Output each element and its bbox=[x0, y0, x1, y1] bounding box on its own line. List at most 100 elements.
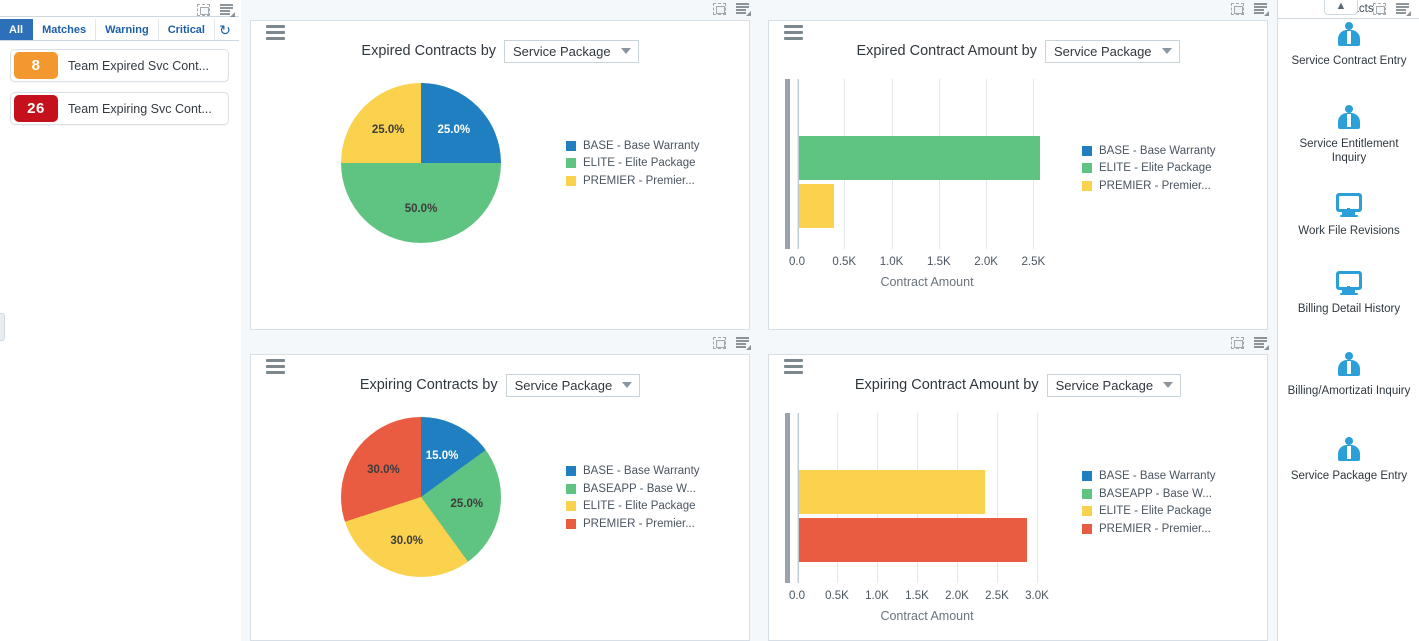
rail-collapse-button[interactable]: ▲ bbox=[1324, 0, 1358, 15]
rail-item-6[interactable]: Service Package Entry bbox=[1278, 437, 1419, 483]
legend-swatch bbox=[566, 501, 576, 512]
value-axis-line bbox=[798, 413, 799, 583]
alert-count-badge: 26 bbox=[14, 95, 58, 122]
bar[interactable] bbox=[799, 136, 1041, 180]
legend-item[interactable]: PREMIER - Premier... bbox=[1082, 521, 1216, 538]
legend-item[interactable]: BASE - Base Warranty bbox=[566, 138, 700, 155]
legend-item[interactable]: BASE - Base Warranty bbox=[1082, 468, 1216, 485]
legend-item[interactable]: PREMIER - Premier... bbox=[566, 516, 700, 533]
alert-count-badge: 8 bbox=[14, 52, 58, 79]
legend-item[interactable]: PREMIER - Premier... bbox=[1082, 178, 1216, 195]
tab-warning[interactable]: Warning bbox=[96, 19, 159, 40]
chart-title: Expiring Contract Amount by bbox=[854, 377, 1039, 393]
legend-swatch bbox=[1082, 145, 1092, 156]
chevron-down-icon bbox=[622, 382, 633, 388]
rail-item-5[interactable]: Billing/Amortizati Inquiry bbox=[1278, 352, 1419, 398]
pane-collapse-handle[interactable] bbox=[0, 313, 5, 341]
alert-label: Team Expiring Svc Cont... bbox=[68, 101, 212, 116]
panel-toolbar bbox=[1230, 336, 1269, 350]
legend-swatch bbox=[1082, 488, 1092, 499]
monitor-chart-icon bbox=[1334, 270, 1364, 296]
grid-view-icon[interactable] bbox=[1254, 336, 1269, 350]
legend-label: BASE - Base Warranty bbox=[1099, 144, 1216, 157]
chart-header: Expired Contract Amount by Service Packa… bbox=[769, 37, 1267, 65]
legend-item[interactable]: ELITE - Elite Package bbox=[1082, 503, 1216, 520]
legend-item[interactable]: ELITE - Elite Package bbox=[566, 498, 700, 515]
grid-view-icon[interactable] bbox=[1396, 2, 1411, 16]
refresh-icon[interactable]: ↻ bbox=[217, 22, 233, 38]
legend-swatch bbox=[1082, 523, 1092, 534]
rail-item-4[interactable]: Billing Detail History bbox=[1278, 270, 1419, 316]
rail-item-label: Work File Revisions bbox=[1298, 225, 1400, 237]
chart-legend: BASE - Base Warranty BASEAPP - Base W... E… bbox=[1082, 468, 1216, 538]
list-item[interactable]: 8 Team Expired Svc Cont... bbox=[10, 49, 229, 82]
tab-matches[interactable]: Matches bbox=[33, 19, 97, 40]
legend-label: BASE - Base Warranty bbox=[583, 139, 700, 152]
grid-view-icon[interactable] bbox=[736, 2, 751, 16]
bar[interactable] bbox=[799, 184, 834, 228]
person-icon bbox=[1334, 22, 1364, 48]
pie-slice-label: 25.0% bbox=[371, 124, 405, 137]
tab-critical[interactable]: Critical bbox=[159, 19, 215, 40]
dashboard-cell: Expired Contract Amount by Service Packa… bbox=[759, 0, 1277, 334]
alerts-pane-toolbar bbox=[196, 3, 235, 17]
chart-title: Expired Contract Amount by bbox=[856, 43, 1037, 59]
legend-item[interactable]: BASE - Base Warranty bbox=[1082, 143, 1216, 160]
list-item[interactable]: 26 Team Expiring Svc Cont... bbox=[10, 92, 229, 125]
pie-slice-label: 15.0% bbox=[425, 449, 459, 462]
pie-graphic bbox=[341, 417, 501, 577]
group-by-dropdown[interactable]: Service Package bbox=[1046, 373, 1182, 397]
pie-slice-label: 50.0% bbox=[404, 203, 438, 216]
chevron-down-icon bbox=[1161, 48, 1172, 54]
expand-icon[interactable] bbox=[1230, 2, 1245, 16]
rail-item-label: Billing/Amortizati Inquiry bbox=[1287, 385, 1411, 397]
chart-legend: BASE - Base Warranty ELITE - Elite Packag… bbox=[566, 138, 700, 191]
chart-legend: BASE - Base Warranty BASEAPP - Base W... E… bbox=[566, 463, 700, 533]
expand-icon[interactable] bbox=[712, 2, 727, 16]
pie-slices[interactable] bbox=[341, 83, 501, 243]
legend-item[interactable]: PREMIER - Premier... bbox=[566, 173, 700, 190]
expand-icon[interactable] bbox=[1230, 336, 1245, 350]
category-axis-band bbox=[785, 413, 790, 583]
grid-view-icon[interactable] bbox=[220, 3, 235, 17]
x-axis-tick: 0.5K bbox=[825, 590, 849, 602]
monitor-chart-icon bbox=[1334, 192, 1364, 218]
grid-view-icon[interactable] bbox=[1254, 2, 1269, 16]
bar[interactable] bbox=[799, 470, 986, 514]
right-nav-rail: Contracts ▲ Service Contract EntryServic… bbox=[1277, 0, 1419, 641]
x-axis-tick: 0.0 bbox=[789, 590, 805, 602]
rail-item-1[interactable]: Service Contract Entry bbox=[1278, 22, 1419, 68]
legend-label: BASE - Base Warranty bbox=[1099, 470, 1216, 482]
expand-icon[interactable] bbox=[196, 3, 211, 17]
grid-view-icon[interactable] bbox=[736, 336, 751, 350]
legend-item[interactable]: BASEAPP - Base W... bbox=[1082, 486, 1216, 503]
x-axis-tick: 1.0K bbox=[865, 590, 889, 602]
expand-icon[interactable] bbox=[1372, 2, 1387, 16]
tab-all[interactable]: All bbox=[0, 19, 34, 40]
rail-item-3[interactable]: Work File Revisions bbox=[1278, 192, 1419, 238]
category-axis-band bbox=[785, 79, 790, 249]
group-by-dropdown[interactable]: Service Package bbox=[505, 373, 641, 397]
group-by-dropdown[interactable]: Service Package bbox=[1044, 39, 1180, 63]
expand-icon[interactable] bbox=[712, 336, 727, 350]
bar[interactable] bbox=[799, 518, 1027, 562]
pie-slices[interactable] bbox=[341, 417, 501, 577]
x-axis-tick: 2.5K bbox=[1021, 256, 1046, 268]
dropdown-value: Service Package bbox=[1055, 377, 1154, 393]
legend-label: ELITE - Elite Package bbox=[583, 500, 696, 512]
legend-swatch bbox=[1082, 471, 1092, 482]
legend-swatch bbox=[1082, 180, 1092, 191]
chart-card: Expiring Contracts by Service Package 15… bbox=[250, 354, 750, 641]
x-axis-tick: 2.0K bbox=[945, 590, 969, 602]
legend-item[interactable]: BASE - Base Warranty bbox=[566, 463, 700, 480]
legend-label: BASE - Base Warranty bbox=[583, 465, 700, 477]
legend-item[interactable]: ELITE - Elite Package bbox=[1082, 160, 1216, 177]
x-axis-tick: 0.0 bbox=[789, 256, 805, 268]
bar-chart: 0.0 0.5K 1.0K 1.5K 2.0K 2.5K Contract Amount BA… bbox=[769, 71, 1267, 323]
legend-item[interactable]: ELITE - Elite Package bbox=[566, 155, 700, 172]
alert-list: 8 Team Expired Svc Cont... 26 Team Expir… bbox=[0, 43, 239, 125]
rail-item-2[interactable]: Service Entitlement Inquiry bbox=[1278, 105, 1419, 165]
group-by-dropdown[interactable]: Service Package bbox=[504, 39, 639, 63]
rail-toolbar bbox=[1372, 2, 1411, 16]
legend-item[interactable]: BASEAPP - Base W... bbox=[566, 481, 700, 498]
